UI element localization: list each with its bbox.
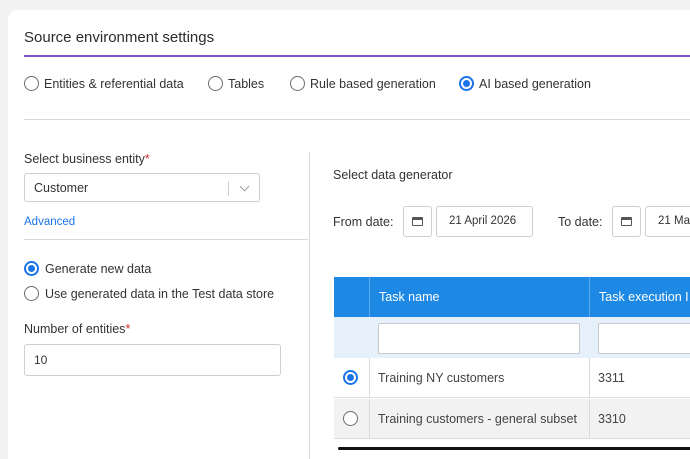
- calendar-icon: [412, 217, 423, 226]
- number-of-entities-input[interactable]: 10: [24, 344, 281, 376]
- column-divider: [309, 152, 310, 459]
- source-type-entities[interactable]: Entities & referential data: [24, 76, 184, 91]
- table-row[interactable]: Training customers - general subset 3310: [334, 399, 690, 439]
- radio-icon[interactable]: [24, 76, 39, 91]
- task-name-cell: Training NY customers: [369, 358, 589, 398]
- task-name-cell: Training customers - general subset: [369, 399, 589, 439]
- task-execution-id-cell: 3311: [589, 358, 690, 398]
- business-entity-value: Customer: [34, 181, 89, 195]
- business-entity-select[interactable]: Customer: [24, 173, 260, 202]
- table-header: Task name Task execution I: [334, 277, 690, 317]
- from-date-picker-button[interactable]: [403, 206, 432, 237]
- to-date-field[interactable]: 21 Ma: [645, 206, 690, 237]
- title-underline: [24, 55, 690, 57]
- task-execution-filter-input[interactable]: [598, 323, 690, 354]
- section-divider: [24, 119, 690, 120]
- business-entity-label: Select business entity*: [24, 152, 150, 166]
- radio-icon[interactable]: [24, 286, 39, 301]
- chevron-down-icon[interactable]: [239, 181, 250, 192]
- task-name-filter-input[interactable]: [378, 323, 580, 354]
- task-execution-id-cell: 3310: [589, 399, 690, 439]
- select-column-header: [334, 277, 369, 317]
- column-header-task-name[interactable]: Task name: [369, 277, 589, 317]
- radio-icon[interactable]: [343, 411, 358, 426]
- data-generator-label: Select data generator: [333, 168, 453, 182]
- source-environment-settings-panel: Source environment settings Entities & r…: [8, 10, 690, 459]
- generate-new-data-option[interactable]: Generate new data: [24, 261, 151, 276]
- calendar-icon: [621, 217, 632, 226]
- table-row[interactable]: Training NY customers 3311: [334, 358, 690, 398]
- radio-icon[interactable]: [290, 76, 305, 91]
- panel-title: Source environment settings: [24, 29, 215, 46]
- radio-selected-icon[interactable]: [459, 76, 474, 91]
- advanced-link[interactable]: Advanced: [24, 216, 75, 228]
- radio-selected-icon[interactable]: [24, 261, 39, 276]
- number-of-entities-label: Number of entities*: [24, 322, 131, 336]
- filter-row: [334, 317, 690, 358]
- use-generated-data-option[interactable]: Use generated data in the Test data stor…: [24, 286, 274, 301]
- from-date-field[interactable]: 21 April 2026: [436, 206, 533, 237]
- column-header-task-execution-id[interactable]: Task execution I: [589, 277, 690, 317]
- horizontal-scrollbar[interactable]: [338, 447, 690, 450]
- source-type-ai-based[interactable]: AI based generation: [459, 76, 591, 91]
- from-date-label: From date:: [333, 215, 394, 229]
- source-type-rule-based[interactable]: Rule based generation: [290, 76, 436, 91]
- source-type-tables[interactable]: Tables: [208, 76, 264, 91]
- radio-selected-icon[interactable]: [343, 370, 358, 385]
- to-date-label: To date:: [558, 215, 603, 229]
- select-separator: [228, 181, 229, 196]
- left-divider: [24, 239, 308, 240]
- to-date-picker-button[interactable]: [612, 206, 641, 237]
- radio-icon[interactable]: [208, 76, 223, 91]
